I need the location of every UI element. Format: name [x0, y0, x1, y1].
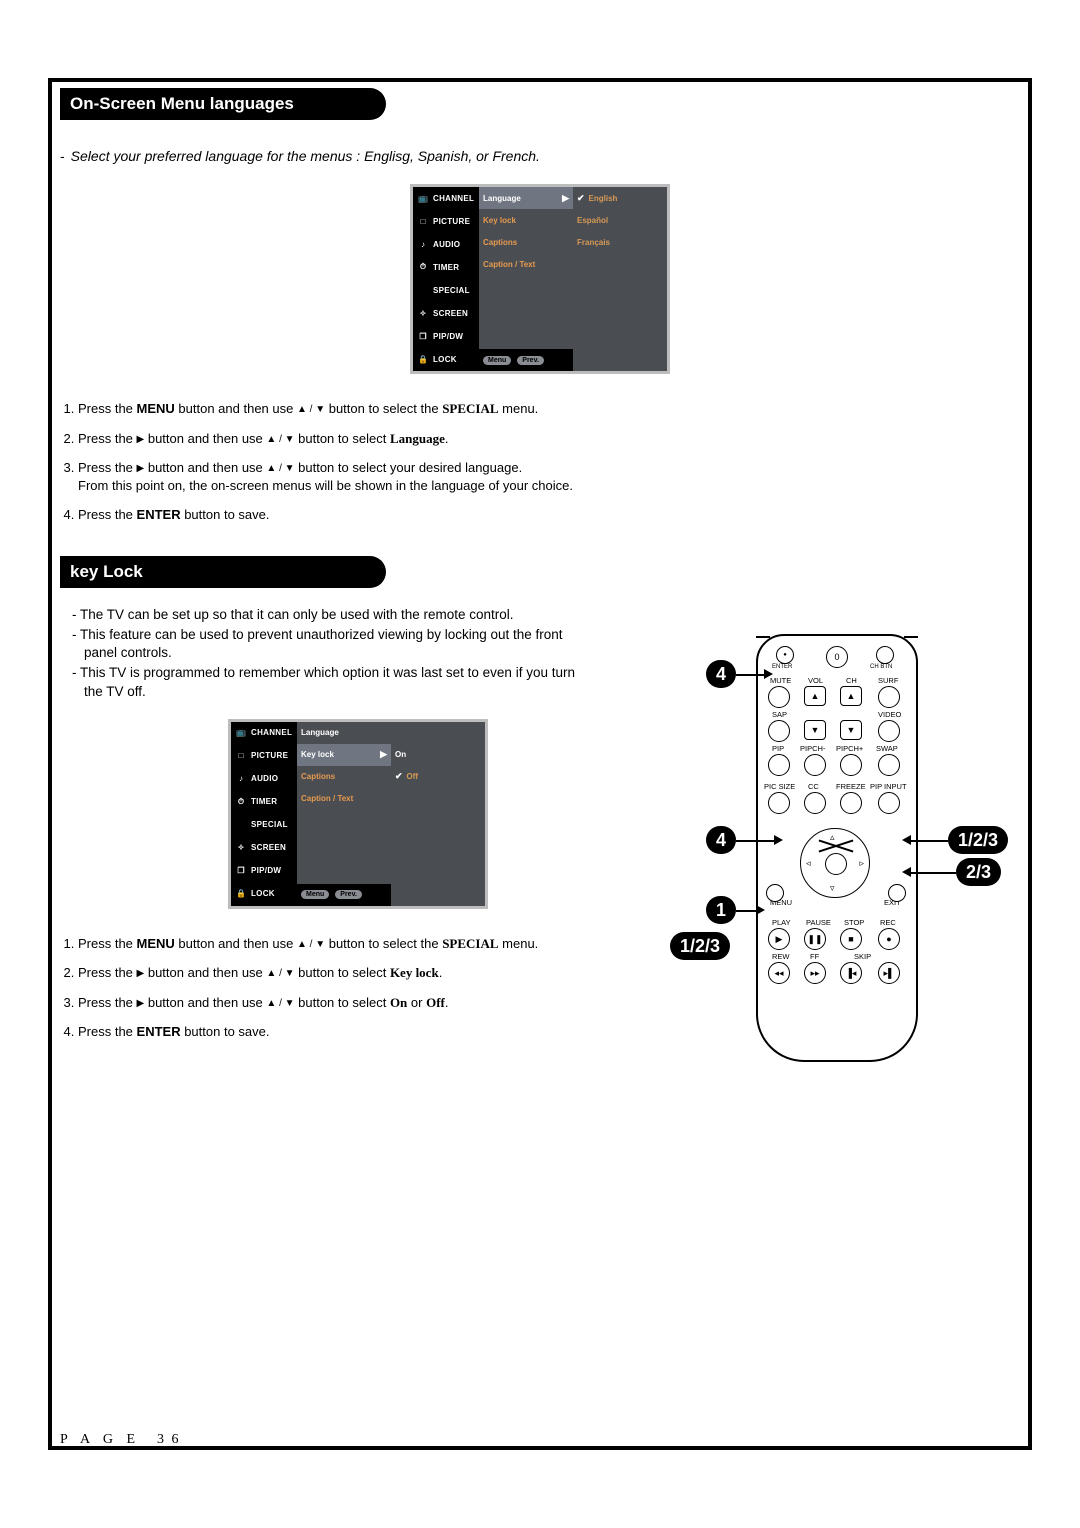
remote-enter-button: ● [776, 646, 794, 664]
section-title-keylock: key Lock [60, 556, 386, 588]
keylock-notes: The TV can be set up so that it can only… [60, 606, 592, 701]
remote-dpad: ▵▿◃▹ [800, 828, 870, 898]
remote-chbtn-button [876, 646, 894, 664]
callout-23: 2/3 [956, 858, 1001, 886]
callout-123b: 1/2/3 [948, 826, 1008, 854]
section-title-languages: On-Screen Menu languages [60, 88, 386, 120]
page-number: P A G E 3 6 [60, 1432, 181, 1448]
remote-diagram: ● ENTER 0 CH BTN MUTE VOL CH SURF ▲ ▲ SA… [664, 648, 1024, 1098]
remote-menu-button [766, 884, 784, 902]
remote-chbtn-label: CH BTN [870, 664, 892, 670]
steps-languages: Press the MENU button and then use ▲ / ▼… [60, 400, 1020, 524]
callout-4b: 4 [706, 826, 736, 854]
remote-exit-button [888, 884, 906, 902]
remote-enter-label: ENTER [772, 664, 792, 670]
callout-4a: 4 [706, 660, 736, 688]
intro-languages: -Select your preferred language for the … [60, 148, 1020, 164]
osd-menu-languages: 📺CHANNEL □PICTURE ♪AUDIO ⏱TIMER SPECIAL … [410, 184, 670, 374]
callout-123a: 1/2/3 [670, 932, 730, 960]
callout-1: 1 [706, 896, 736, 924]
osd-menu-keylock: 📺CHANNEL □PICTURE ♪AUDIO ⏱TIMER SPECIAL … [228, 719, 488, 909]
remote-zero-button: 0 [826, 646, 848, 668]
